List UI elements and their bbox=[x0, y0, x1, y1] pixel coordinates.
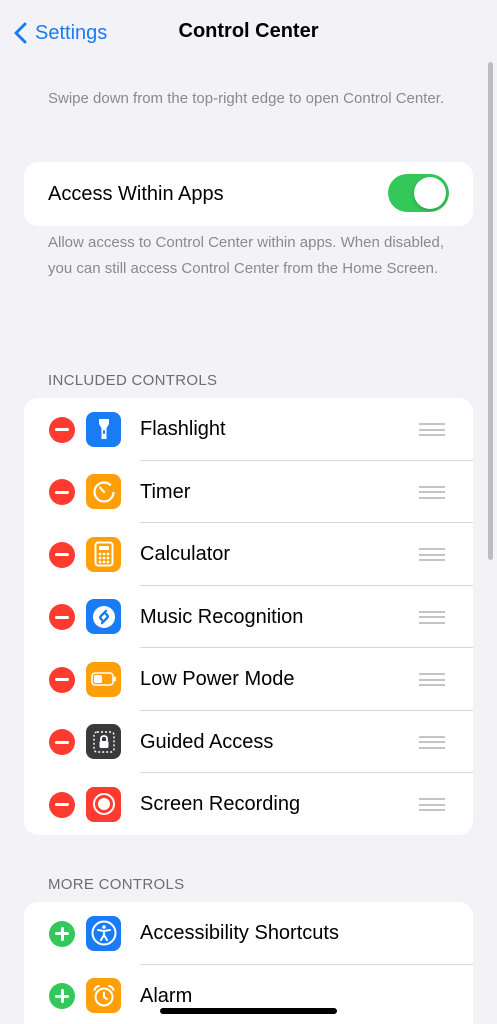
included-controls-header: INCLUDED CONTROLS bbox=[48, 372, 218, 389]
access-within-apps-footnote: Allow access to Control Center within ap… bbox=[48, 234, 445, 277]
list-item-guided-access: Guided Access bbox=[24, 711, 473, 773]
list-item-label: Calculator bbox=[140, 543, 231, 565]
list-item-label: Timer bbox=[140, 480, 191, 503]
reorder-handle[interactable] bbox=[419, 485, 445, 499]
list-item-label: Alarm bbox=[140, 984, 193, 1007]
reorder-handle[interactable] bbox=[419, 735, 445, 749]
home-indicator[interactable] bbox=[160, 1008, 337, 1014]
list-item-accessibility-shortcuts: Accessibility Shortcuts bbox=[24, 902, 473, 965]
intro-text: Swipe down from the top-right edge to op… bbox=[48, 90, 445, 107]
reorder-handle[interactable] bbox=[419, 798, 445, 811]
remove-button[interactable] bbox=[49, 416, 75, 443]
toggle-knob bbox=[414, 177, 446, 209]
list-item-alarm: Alarm bbox=[24, 965, 473, 1024]
reorder-handle[interactable] bbox=[419, 548, 445, 561]
access-within-apps-label: Access Within Apps bbox=[48, 182, 224, 205]
more-controls-header: MORE CONTROLS bbox=[48, 876, 185, 893]
add-button[interactable] bbox=[49, 920, 75, 947]
list-item-label: Flashlight bbox=[140, 418, 226, 440]
remove-button[interactable] bbox=[49, 604, 75, 630]
list-item-timer: Timer bbox=[24, 461, 473, 523]
remove-button[interactable] bbox=[49, 479, 75, 505]
reorder-handle[interactable] bbox=[419, 610, 445, 624]
navigation-bar: Settings Control Center bbox=[0, 0, 497, 64]
list-item-label: Music Recognition bbox=[140, 605, 304, 628]
list-item-calculator: Calculator bbox=[24, 523, 473, 586]
list-item-label: Low Power Mode bbox=[140, 668, 295, 690]
list-item-label: Accessibility Shortcuts bbox=[140, 922, 339, 944]
accessibility-icon bbox=[86, 915, 121, 951]
flashlight-icon bbox=[86, 411, 121, 447]
list-item-low-power-mode: Low Power Mode bbox=[24, 648, 473, 711]
timer-icon bbox=[86, 474, 121, 509]
included-controls-list: Flashlight Timer Calculator Music Recogn… bbox=[24, 398, 473, 835]
scrollbar[interactable] bbox=[488, 62, 493, 560]
more-controls-list: Accessibility Shortcuts Alarm bbox=[24, 902, 473, 1024]
lock-icon bbox=[86, 724, 121, 759]
remove-button[interactable] bbox=[49, 791, 75, 818]
list-item-label: Screen Recording bbox=[140, 793, 301, 815]
list-item-music-recognition: Music Recognition bbox=[24, 586, 473, 648]
list-item-screen-recording: Screen Recording bbox=[24, 773, 473, 835]
shazam-icon bbox=[86, 599, 121, 634]
add-button[interactable] bbox=[49, 983, 75, 1009]
list-item-flashlight: Flashlight bbox=[24, 398, 473, 461]
access-within-apps-toggle[interactable] bbox=[388, 174, 449, 212]
battery-icon bbox=[86, 661, 121, 697]
access-within-apps-card: Access Within Apps bbox=[24, 162, 473, 226]
remove-button[interactable] bbox=[49, 541, 75, 568]
list-item-label: Guided Access bbox=[140, 730, 274, 753]
alarm-icon bbox=[86, 978, 121, 1013]
reorder-handle[interactable] bbox=[419, 673, 445, 686]
page-title: Control Center bbox=[178, 20, 319, 42]
record-icon bbox=[86, 786, 121, 822]
remove-button[interactable] bbox=[49, 666, 75, 693]
reorder-handle[interactable] bbox=[419, 423, 445, 436]
calculator-icon bbox=[86, 536, 121, 572]
remove-button[interactable] bbox=[49, 729, 75, 755]
